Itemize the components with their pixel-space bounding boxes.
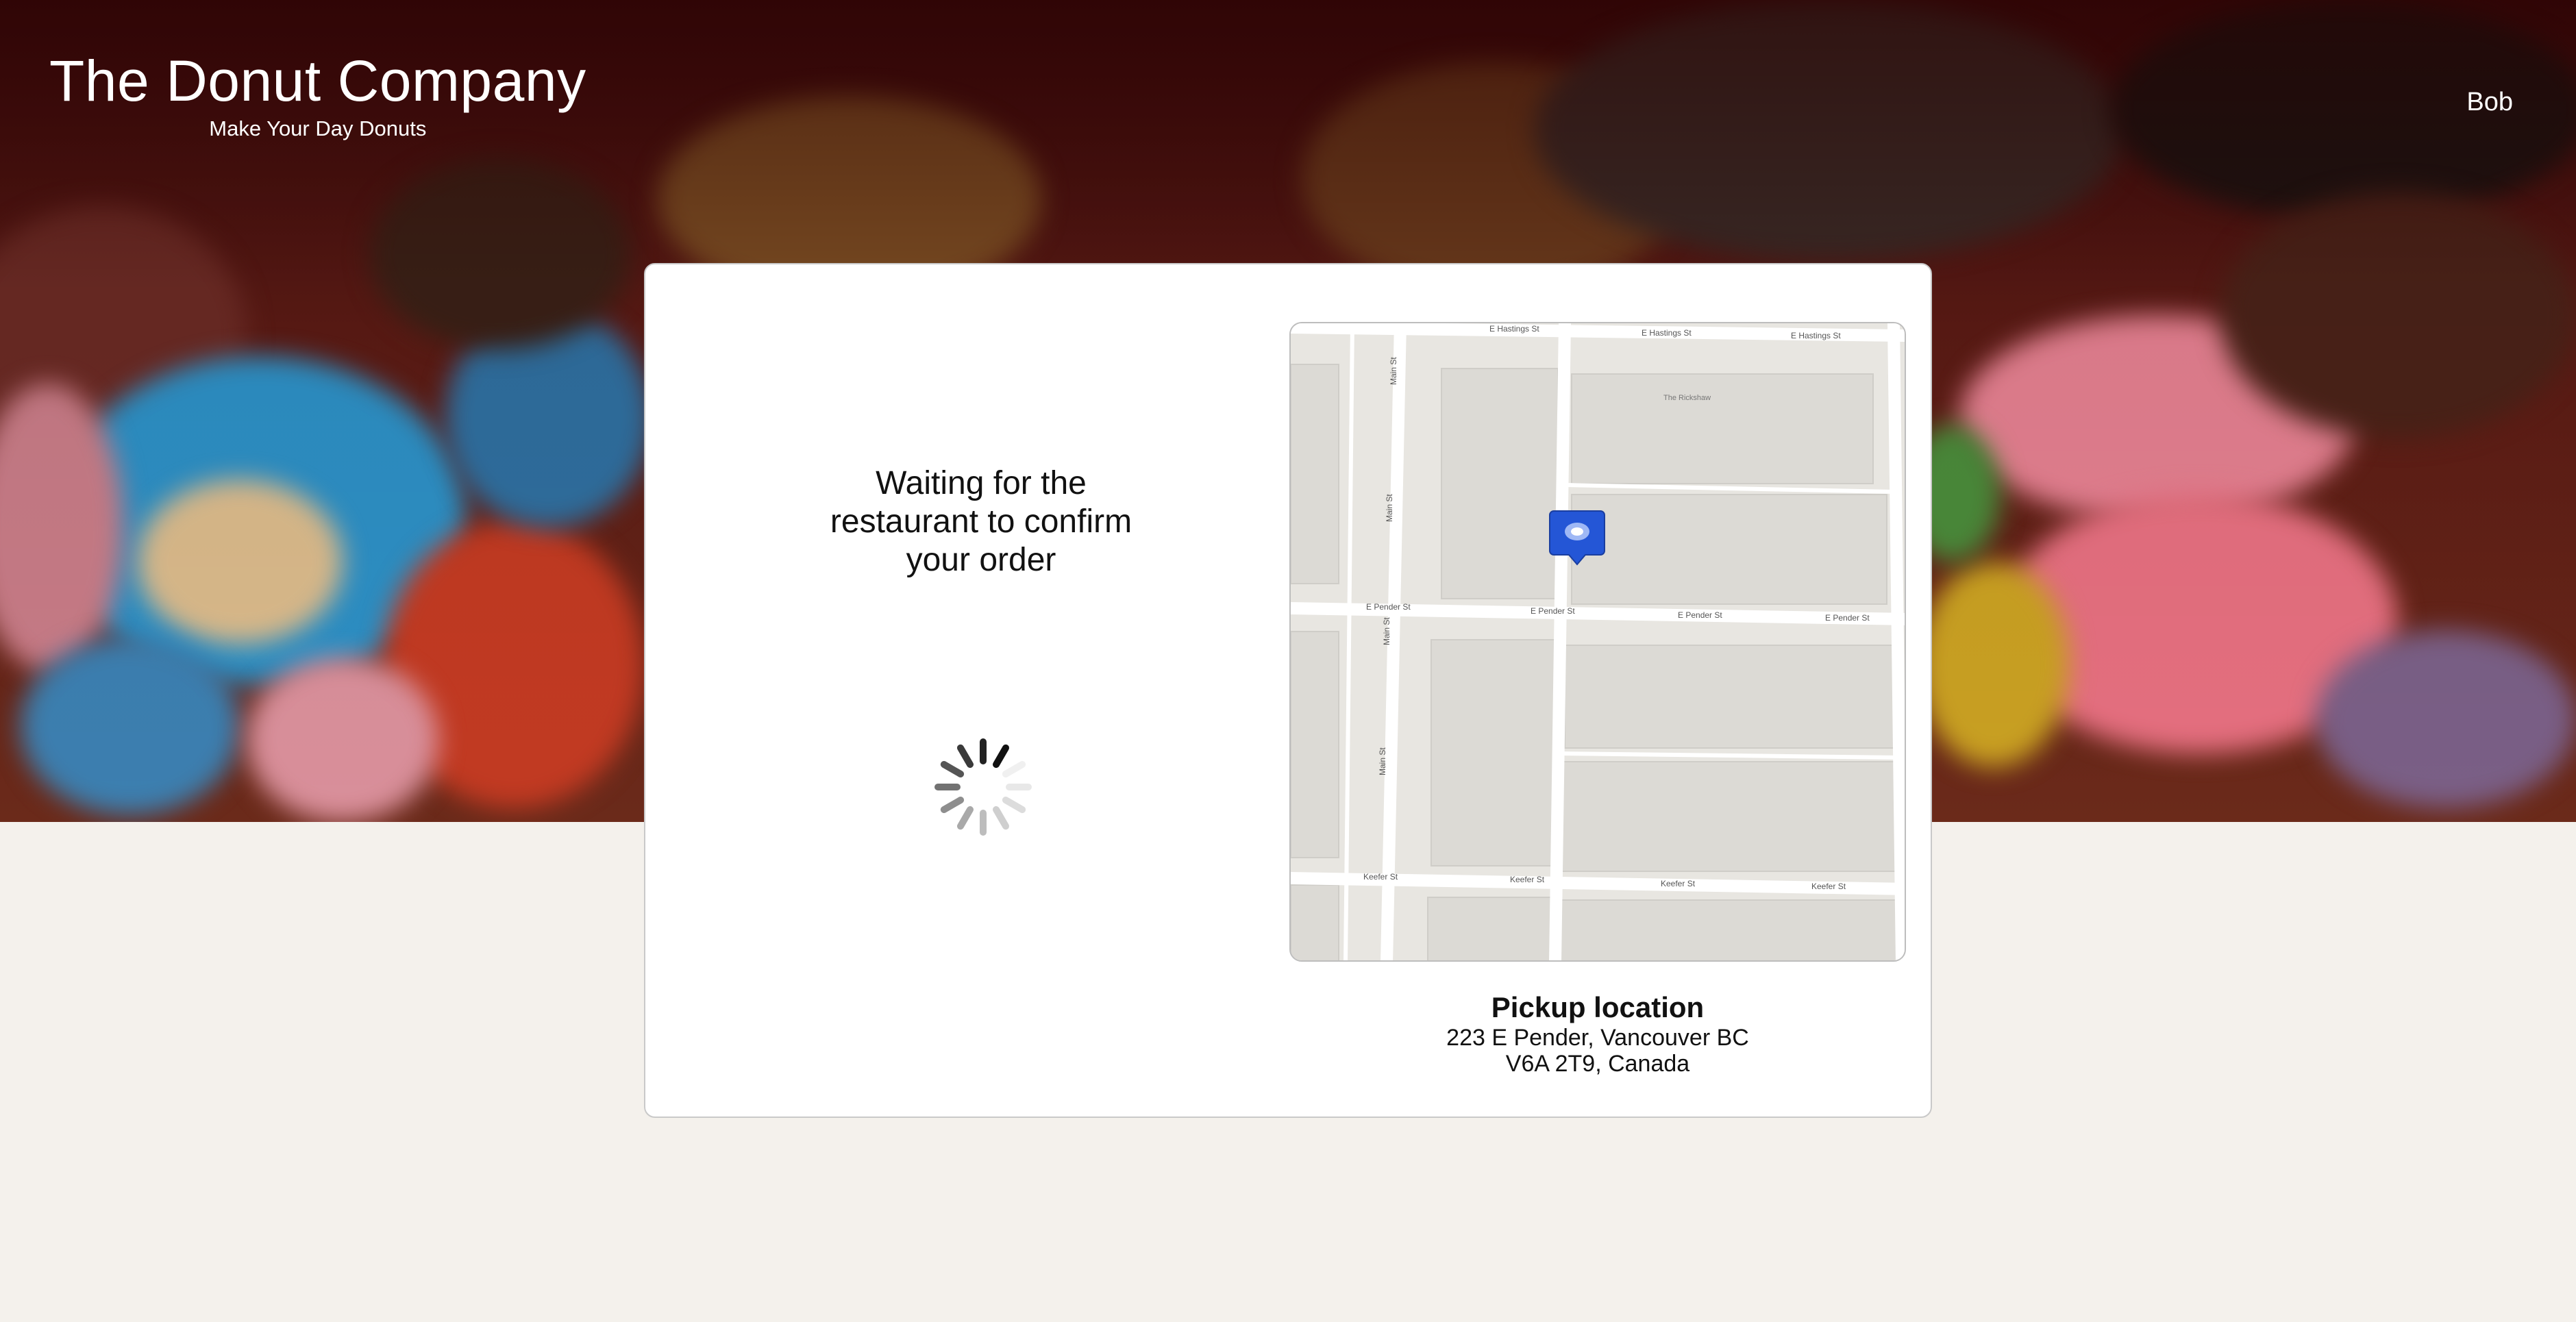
order-status-card: Waiting for the restaurant to confirm yo… (644, 263, 1932, 1118)
street-label-keefer-4: Keefer St (1811, 882, 1846, 891)
street-label-pender: E Pender St (1366, 602, 1411, 612)
brand: The Donut Company Make Your Day Donuts (49, 48, 586, 142)
brand-title[interactable]: The Donut Company (49, 48, 586, 114)
street-label-hastings-2: E Hastings St (1642, 328, 1692, 338)
street-label-main-4: Main St (1378, 747, 1387, 775)
brand-tagline: Make Your Day Donuts (209, 116, 427, 140)
street-label-pender-3: E Pender St (1678, 610, 1722, 620)
street-label-keefer-2: Keefer St (1510, 875, 1545, 884)
map-canvas[interactable]: E Hastings St E Hastings St E Hastings S… (1291, 323, 1906, 962)
pickup-address-line2: V6A 2T9, Canada (1505, 1051, 1690, 1077)
street-label-hastings: E Hastings St (1489, 324, 1539, 334)
poi-label-rickshaw: The Rickshaw (1663, 394, 1711, 402)
street-label-main-3: Main St (1382, 617, 1391, 645)
user-name-link[interactable]: Bob (2466, 88, 2513, 117)
street-label-pender-2: E Pender St (1531, 606, 1575, 616)
loading-spinner-icon (934, 738, 1032, 836)
order-status-message: Waiting for the restaurant to confirm yo… (830, 465, 1132, 578)
pickup-location: Pickup location 223 E Pender, Vancouver … (1289, 990, 1906, 1077)
street-label-keefer: Keefer St (1363, 872, 1398, 882)
street-label-hastings-3: E Hastings St (1791, 331, 1841, 340)
street-label-main-2: Main St (1385, 494, 1394, 522)
pickup-map[interactable]: E Hastings St E Hastings St E Hastings S… (1289, 322, 1906, 962)
street-label-pender-4: E Pender St (1825, 613, 1870, 623)
street-label-main: Main St (1389, 357, 1398, 385)
pickup-address-line1: 223 E Pender, Vancouver BC (1446, 1025, 1749, 1051)
street-label-keefer-3: Keefer St (1661, 879, 1696, 888)
pickup-location-title: Pickup location (1491, 991, 1705, 1023)
